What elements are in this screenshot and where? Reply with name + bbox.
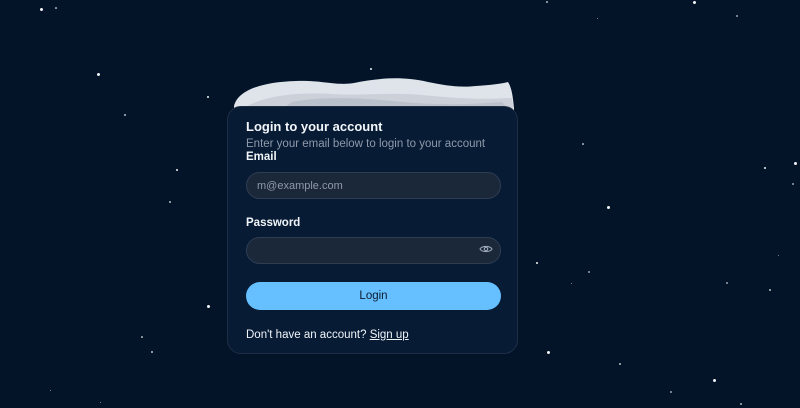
star-decoration [777, 254, 779, 256]
star-decoration [692, 0, 696, 4]
card-subtitle: Enter your email below to login to your … [246, 138, 486, 150]
star-decoration [619, 363, 621, 365]
star-decoration [792, 183, 794, 185]
star-decoration [55, 7, 57, 9]
star-decoration [670, 391, 672, 393]
card-title: Login to your account [246, 119, 383, 134]
signup-prompt: Don't have an account? [246, 329, 367, 341]
star-decoration [736, 15, 738, 17]
signup-link[interactable]: Sign up [370, 329, 409, 341]
star-decoration [763, 166, 767, 170]
password-label: Password [246, 217, 301, 229]
login-card: Login to your account Enter your email b… [227, 106, 518, 354]
email-input[interactable] [246, 172, 501, 199]
star-decoration [206, 95, 210, 99]
star-decoration [793, 161, 797, 165]
star-decoration [99, 401, 101, 403]
star-decoration [206, 304, 210, 308]
star-decoration [175, 168, 179, 172]
star-decoration [141, 336, 143, 338]
login-page: Login to your account Enter your email b… [0, 0, 800, 408]
password-input[interactable] [246, 237, 501, 264]
star-decoration [588, 271, 590, 273]
star-decoration [169, 201, 171, 203]
star-decoration [546, 350, 550, 354]
email-label: Email [246, 151, 277, 163]
star-decoration [96, 72, 100, 76]
star-decoration [712, 378, 716, 382]
star-decoration [546, 1, 548, 3]
star-decoration [369, 67, 373, 71]
star-decoration [124, 114, 126, 116]
star-decoration [49, 389, 51, 391]
star-decoration [535, 261, 539, 265]
star-decoration [39, 7, 43, 11]
signup-row: Don't have an account? Sign up [246, 329, 409, 341]
eye-icon[interactable] [479, 244, 493, 254]
star-decoration [769, 289, 771, 291]
star-decoration [582, 143, 584, 145]
star-decoration [726, 282, 728, 284]
star-decoration [606, 205, 610, 209]
star-decoration [151, 351, 153, 353]
star-decoration [596, 17, 598, 19]
star-decoration [570, 282, 572, 284]
login-button[interactable]: Login [246, 282, 501, 310]
star-decoration [740, 403, 742, 405]
